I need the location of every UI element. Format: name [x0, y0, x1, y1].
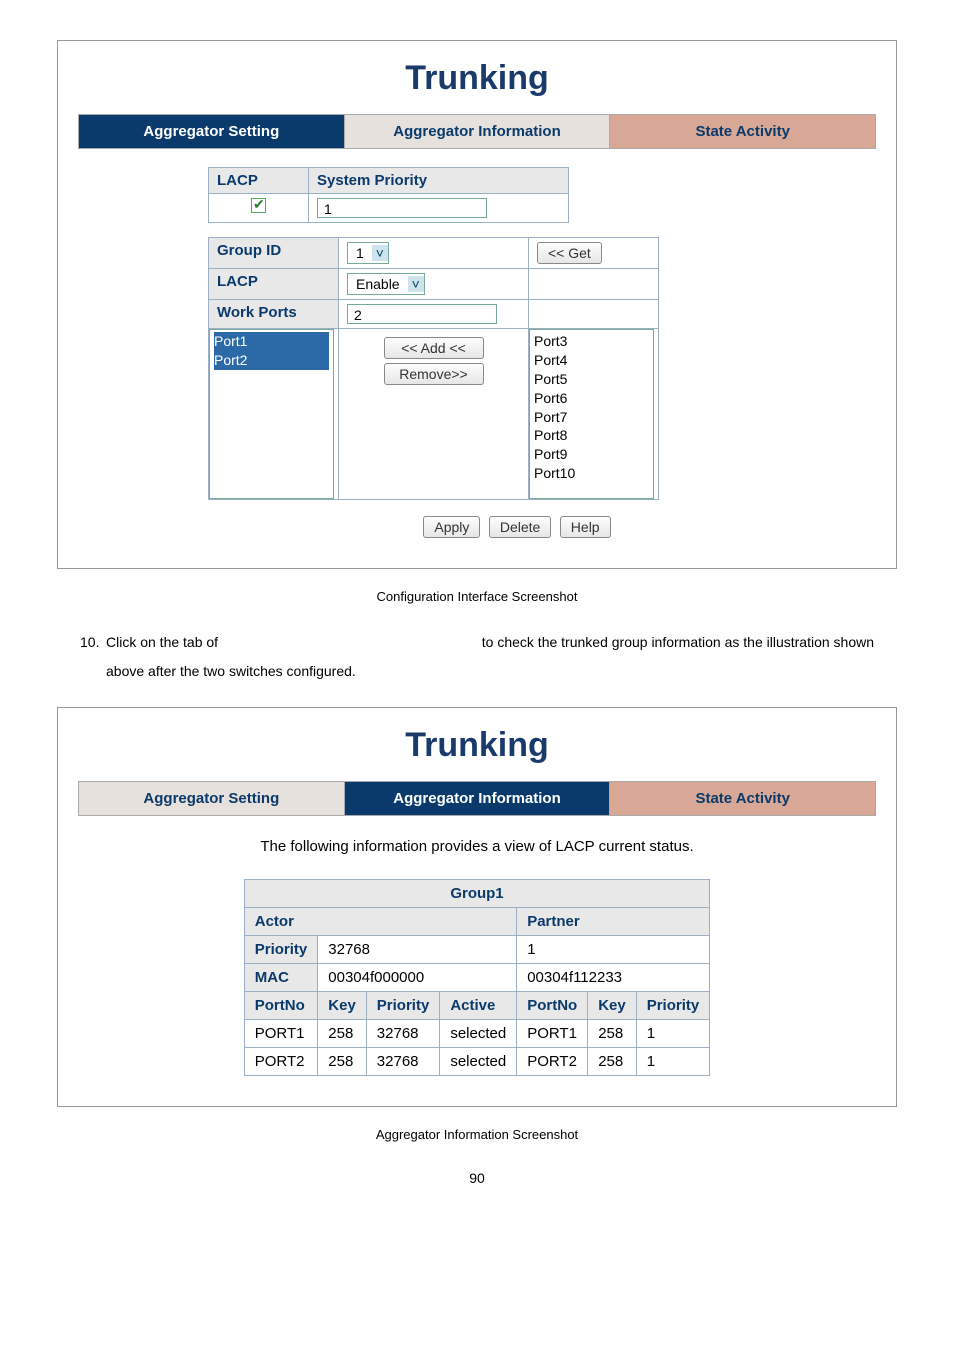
sys-prio-label: System Priority [309, 168, 569, 194]
tab-state-activity[interactable]: State Activity [610, 115, 875, 148]
actor-header: Actor [244, 907, 516, 935]
trunking-info-panel: Trunking Aggregator Setting Aggregator I… [57, 707, 897, 1107]
partner-priority: 1 [517, 935, 710, 963]
cell: 32768 [366, 1047, 440, 1075]
priority-label: Priority [244, 935, 318, 963]
tab-row: Aggregator Setting Aggregator Informatio… [78, 114, 876, 149]
mac-label: MAC [244, 963, 318, 991]
list-item[interactable]: Port2 [214, 351, 329, 370]
available-ports-listbox[interactable]: Port3 Port4 Port5 Port6 Port7 Port8 Port… [529, 329, 654, 499]
remove-button[interactable]: Remove>> [384, 363, 484, 385]
group-header: Group1 [244, 879, 709, 907]
page-number: 90 [40, 1170, 914, 1186]
cell: 258 [588, 1019, 637, 1047]
step-number: 10. [80, 628, 106, 657]
list-item[interactable]: Port9 [534, 445, 649, 464]
work-ports-input[interactable]: 2 [347, 304, 497, 324]
list-item[interactable]: Port7 [534, 408, 649, 427]
lacp-label: LACP [209, 168, 309, 194]
sys-prio-input[interactable]: 1 [317, 198, 487, 218]
col-partner-key: Key [588, 991, 637, 1019]
help-button[interactable]: Help [560, 516, 611, 538]
cell: 258 [318, 1019, 367, 1047]
tab-aggregator-setting[interactable]: Aggregator Setting [79, 782, 345, 815]
list-item[interactable]: Port6 [534, 389, 649, 408]
step-pre: Click on the tab of [106, 628, 218, 657]
tab-aggregator-information[interactable]: Aggregator Information [345, 115, 611, 148]
lacp-row-label: LACP [209, 269, 339, 300]
col-actor-active: Active [440, 991, 517, 1019]
trunking-setting-panel: Trunking Aggregator Setting Aggregator I… [57, 40, 897, 569]
lacp-sysprio-table: LACP System Priority 1 [208, 167, 569, 223]
cell: 258 [318, 1047, 367, 1075]
chevron-down-icon: ˅ [408, 276, 424, 292]
tab-aggregator-setting[interactable]: Aggregator Setting [79, 115, 345, 148]
cell: 32768 [366, 1019, 440, 1047]
chevron-down-icon: ˅ [372, 245, 388, 261]
col-actor-key: Key [318, 991, 367, 1019]
table-row: PORT2 258 32768 selected PORT2 258 1 [244, 1047, 709, 1075]
col-partner-portno: PortNo [517, 991, 588, 1019]
cell: selected [440, 1019, 517, 1047]
partner-header: Partner [517, 907, 710, 935]
partner-mac: 00304f112233 [517, 963, 710, 991]
list-item[interactable]: Port8 [534, 426, 649, 445]
list-item[interactable]: Port10 [534, 464, 649, 483]
list-item[interactable]: Port5 [534, 370, 649, 389]
tab-row: Aggregator Setting Aggregator Informatio… [78, 781, 876, 816]
actor-mac: 00304f000000 [318, 963, 517, 991]
col-partner-priority: Priority [636, 991, 710, 1019]
cell: PORT2 [517, 1047, 588, 1075]
panel-title: Trunking [78, 726, 876, 765]
panel-title: Trunking [78, 59, 876, 98]
cell: 258 [588, 1047, 637, 1075]
step-text: 10. Click on the tab of to check the tru… [80, 628, 874, 687]
list-item[interactable]: Port3 [534, 332, 649, 351]
group-id-select[interactable]: 1 ˅ [347, 242, 389, 264]
tab-state-activity[interactable]: State Activity [610, 782, 875, 815]
aggregator-info-table: Group1 Actor Partner Priority 32768 1 MA… [244, 879, 710, 1076]
apply-button[interactable]: Apply [423, 516, 480, 538]
step-line2: above after the two switches configured. [80, 657, 874, 686]
get-button[interactable]: << Get [537, 242, 602, 264]
cell: PORT1 [244, 1019, 318, 1047]
lacp-checkbox[interactable] [251, 198, 266, 213]
delete-button[interactable]: Delete [489, 516, 551, 538]
cell: 1 [636, 1047, 710, 1075]
group-id-label: Group ID [209, 238, 339, 269]
add-button[interactable]: << Add << [384, 337, 484, 359]
cell: 1 [636, 1019, 710, 1047]
cell: selected [440, 1047, 517, 1075]
cell: PORT1 [517, 1019, 588, 1047]
col-actor-portno: PortNo [244, 991, 318, 1019]
lacp-mode-value: Enable [348, 276, 408, 292]
step-post: to check the trunked group information a… [482, 628, 874, 657]
lacp-mode-select[interactable]: Enable ˅ [347, 273, 425, 295]
list-item[interactable]: Port4 [534, 351, 649, 370]
figure1-caption: Configuration Interface Screenshot [40, 589, 914, 604]
work-ports-label: Work Ports [209, 300, 339, 329]
info-note: The following information provides a vie… [78, 838, 876, 855]
list-item[interactable]: Port1 [214, 332, 329, 351]
member-ports-listbox[interactable]: Port1 Port2 [209, 329, 334, 499]
tab-aggregator-information[interactable]: Aggregator Information [345, 782, 611, 815]
cell: PORT2 [244, 1047, 318, 1075]
figure2-caption: Aggregator Information Screenshot [40, 1127, 914, 1142]
group-id-value: 1 [348, 245, 372, 261]
col-actor-priority: Priority [366, 991, 440, 1019]
actor-priority: 32768 [318, 935, 517, 963]
group-config-table: Group ID 1 ˅ << Get LACP [208, 237, 659, 500]
table-row: PORT1 258 32768 selected PORT1 258 1 [244, 1019, 709, 1047]
